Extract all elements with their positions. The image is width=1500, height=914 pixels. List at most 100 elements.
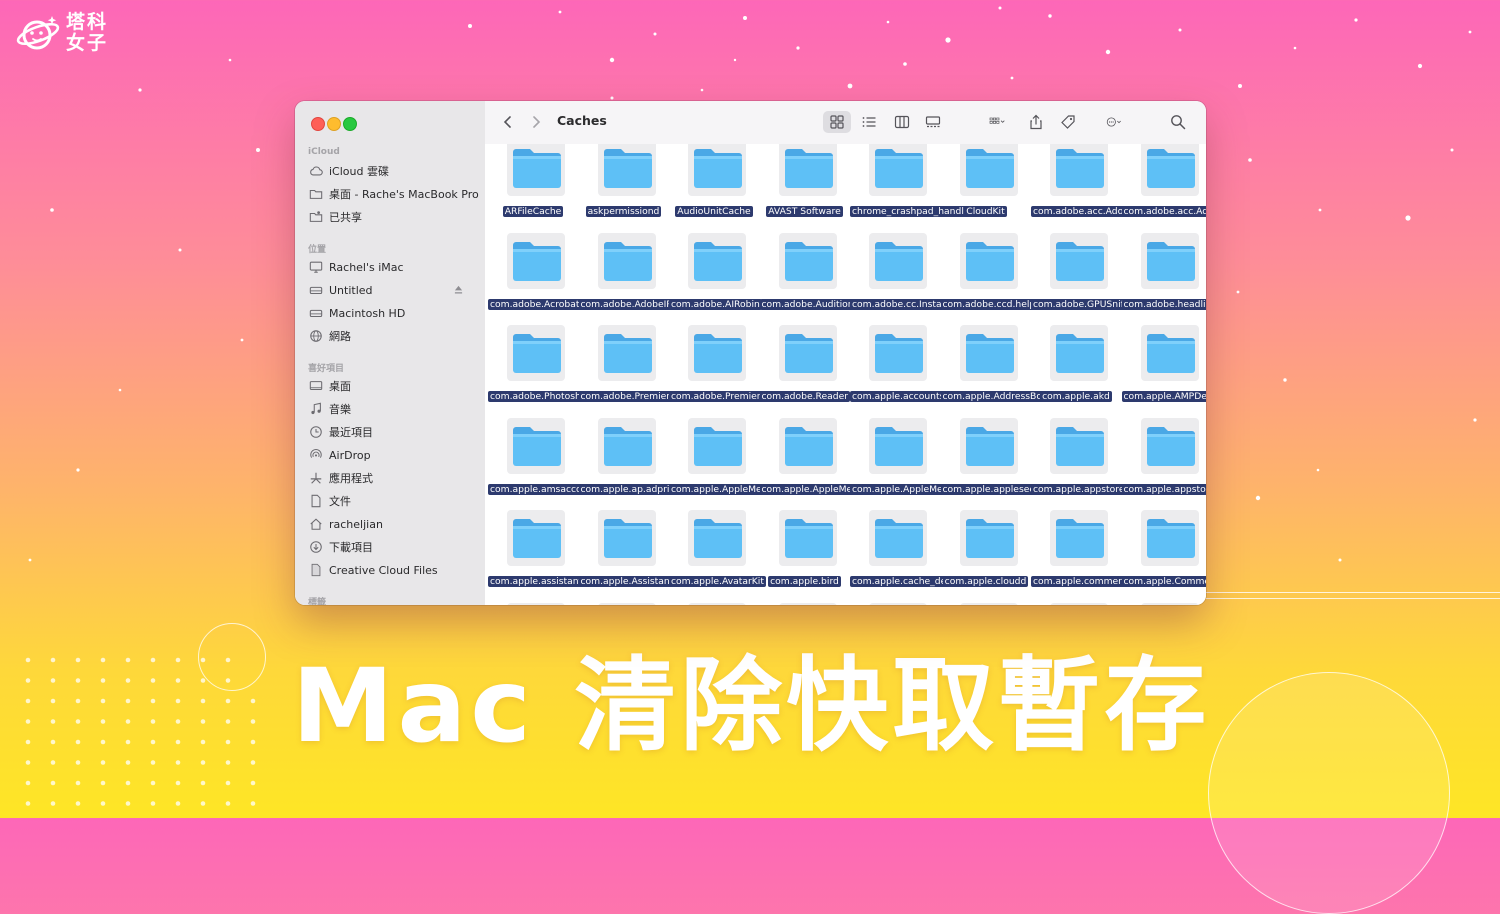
- folder-icon: [965, 519, 1014, 558]
- sidebar-item-icloud-drive[interactable]: iCloud 雲碟: [309, 161, 481, 181]
- sidebar-item-recents[interactable]: 最近項目: [309, 422, 481, 442]
- tag-button[interactable]: [1057, 111, 1079, 133]
- folder-item[interactable]: com.adobe.PremierePro.15: [578, 311, 707, 403]
- folder-item[interactable]: com.apple.appstore: [1031, 404, 1127, 495]
- folder-item-partial[interactable]: [1123, 589, 1207, 605]
- headline-title: Mac 清除快取暫存: [292, 647, 1211, 766]
- sidebar-item-untitled[interactable]: Untitled: [309, 280, 481, 300]
- folder-item[interactable]: AudioUnitCache: [670, 144, 758, 217]
- sidebar-item-downloads[interactable]: 下載項目: [309, 537, 481, 557]
- clock-icon: [309, 425, 323, 439]
- folder-item[interactable]: com.apple.AddressBookSourceSync: [940, 311, 1109, 402]
- sidebar-item-network[interactable]: 網路: [309, 326, 481, 346]
- sidebar-item-home[interactable]: racheljian: [309, 514, 481, 534]
- minimize-window-button[interactable]: [327, 117, 341, 131]
- folder-item[interactable]: com.apple.appleseed.Fee...ssistant: [940, 404, 1107, 495]
- folder-item[interactable]: com.apple.assistantd: [488, 496, 590, 587]
- fullscreen-window-button[interactable]: [343, 117, 357, 131]
- folder-item[interactable]: com.apple.CommerceKit....nService: [1121, 496, 1206, 587]
- back-button[interactable]: [497, 111, 519, 133]
- more-actions-button[interactable]: [1097, 111, 1131, 133]
- folder-item[interactable]: ARFileCache: [489, 144, 577, 217]
- folder-item-partial[interactable]: [489, 589, 577, 605]
- folder-item[interactable]: com.adobe.AdobeIPCBroker: [578, 219, 711, 310]
- folder-item[interactable]: com.apple.bird: [761, 496, 849, 587]
- sidebar-item-label: Macintosh HD: [329, 306, 406, 320]
- folder-item-partial[interactable]: [670, 589, 758, 605]
- folder-item[interactable]: com.adobe.acc.AdobeDe...pServices: [1121, 144, 1206, 217]
- sidebar-item-macintosh-hd[interactable]: Macintosh HD: [309, 303, 481, 323]
- folder-item[interactable]: com.adobe.Audition: [759, 219, 856, 310]
- folder-item[interactable]: com.apple.akd: [1032, 311, 1120, 402]
- sidebar-item-label: Rachel's iMac: [329, 260, 404, 274]
- folder-item-partial[interactable]: [942, 589, 1030, 605]
- sidebar-item-rachels-imac[interactable]: Rachel's iMac: [309, 257, 481, 277]
- folder-item[interactable]: com.adobe.GPUSniffer.application: [1031, 219, 1192, 310]
- folder-item[interactable]: askpermissiond: [580, 144, 668, 217]
- folder-item[interactable]: CloudKit: [942, 144, 1030, 217]
- folder-thumbnail-selection: [869, 602, 927, 605]
- folder-item[interactable]: com.adobe.acc.AdobeCr...tiveCloud: [1031, 144, 1199, 217]
- home-icon: [309, 517, 323, 531]
- folder-item[interactable]: com.apple.AvatarKit: [669, 496, 766, 587]
- folder-item[interactable]: com.apple.cloudd: [942, 496, 1030, 587]
- eject-icon[interactable]: [454, 285, 463, 294]
- folder-item[interactable]: com.apple.accountsd: [850, 311, 953, 402]
- folder-item[interactable]: com.adobe.PremierePro.22: [669, 311, 798, 402]
- folder-item[interactable]: com.adobe.headlights.Lo...port2App: [1121, 219, 1206, 310]
- sidebar-item-music[interactable]: 音樂: [309, 399, 481, 419]
- gallery-view-button[interactable]: [919, 111, 947, 133]
- folder-item-partial[interactable]: [761, 589, 849, 605]
- list-view-button[interactable]: [855, 111, 883, 133]
- folder-item[interactable]: com.apple.cache_delete: [850, 496, 966, 587]
- folder-item[interactable]: com.apple.amsaccountsd: [488, 404, 610, 495]
- folder-icon: [694, 241, 742, 281]
- folder-item[interactable]: com.adobe.Photoshop: [488, 311, 595, 402]
- folder-item-partial[interactable]: [580, 589, 668, 605]
- folder-name: com.apple.accountsd: [850, 391, 953, 402]
- folder-item[interactable]: com.apple.AppleMediaS...icService: [850, 404, 1015, 495]
- folder-item-partial[interactable]: [1032, 589, 1120, 605]
- folder-item-partial[interactable]: [851, 589, 939, 605]
- folder-item[interactable]: com.adobe.AIRobin: [669, 219, 762, 310]
- decor-dot: [75, 739, 81, 745]
- decor-dot: [150, 780, 156, 786]
- folder-item[interactable]: com.apple.AMPDevicesAgent: [1121, 311, 1206, 402]
- sidebar-item-applications[interactable]: 應用程式: [309, 468, 481, 488]
- folder-item[interactable]: com.apple.ap.adprivacyd: [578, 404, 699, 495]
- tag-icon: [1061, 115, 1075, 129]
- decor-dot: [200, 760, 206, 765]
- folder-item[interactable]: AVAST Software: [761, 144, 849, 217]
- group-by-button[interactable]: [979, 111, 1015, 133]
- folder-icon: [603, 426, 652, 466]
- sidebar-item-desktop-macbook[interactable]: 桌面 - Rache's MacBook Pro: [309, 184, 481, 204]
- forward-button[interactable]: [525, 111, 547, 133]
- folder-icon: [784, 519, 833, 558]
- folder-item[interactable]: com.apple.AppleMediaServicesUI: [759, 404, 917, 495]
- folder-item[interactable]: com.apple.AssistantServices: [578, 496, 715, 587]
- desktop-icon: [309, 379, 323, 393]
- folder-label: com.apple.commerce: [1031, 575, 1135, 588]
- folder-item[interactable]: com.apple.AppleMediaServices: [669, 404, 817, 495]
- folder-item[interactable]: com.apple.appstoreagent: [1121, 404, 1206, 495]
- icon-view-button[interactable]: [823, 111, 851, 133]
- folder-item[interactable]: com.apple.commerce: [1031, 496, 1135, 588]
- folder-label: com.adobe.PremierePro.15: [578, 390, 707, 403]
- decor-dot: [225, 760, 231, 765]
- folder-name: com.adobe.Audition: [759, 298, 856, 310]
- sidebar-item-airdrop[interactable]: AirDrop: [309, 445, 481, 465]
- folder-item[interactable]: com.adobe.Acrobat.Pro: [488, 219, 599, 310]
- folder-item[interactable]: com.adobe.ccd.helper: [940, 219, 1047, 310]
- sidebar-item-documents[interactable]: 文件: [309, 491, 481, 511]
- close-window-button[interactable]: [311, 117, 325, 131]
- sidebar-item-desktop[interactable]: 桌面: [309, 376, 481, 396]
- search-button[interactable]: [1167, 111, 1189, 133]
- folder-item[interactable]: chrome_crashpad_handler: [850, 144, 976, 217]
- folder-item[interactable]: com.adobe.cc.Install: [850, 219, 949, 310]
- column-view-button[interactable]: [888, 111, 916, 133]
- folder-item[interactable]: com.adobe.Reader: [759, 311, 851, 402]
- sidebar-item-shared[interactable]: 已共享: [309, 207, 481, 227]
- sidebar-item-creative-cloud[interactable]: Creative Cloud Files: [309, 560, 481, 580]
- share-button[interactable]: [1025, 111, 1047, 133]
- folder-icon: [1056, 149, 1104, 188]
